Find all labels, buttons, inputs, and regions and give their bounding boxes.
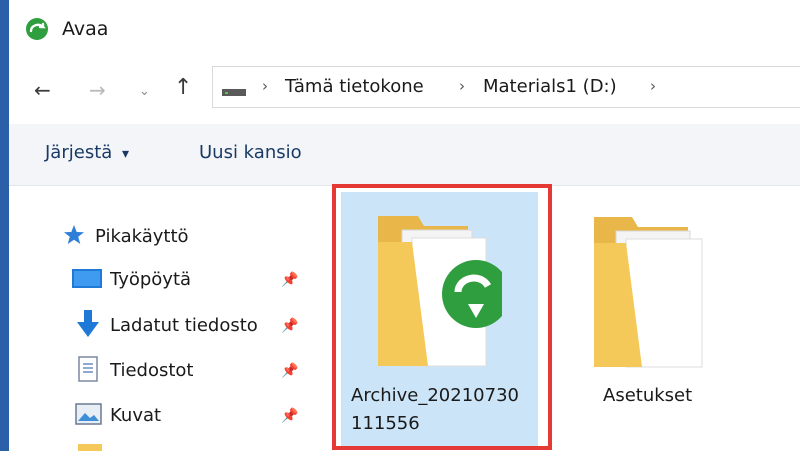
highlight-frame [332, 184, 552, 450]
drive-icon [222, 89, 246, 96]
new-folder-button[interactable]: Uusi kansio [199, 141, 302, 165]
arrow-right-icon: → [89, 78, 106, 102]
download-icon [76, 310, 100, 338]
breadcrumb-this-pc[interactable]: Tämä tietokone [285, 75, 424, 99]
pin-icon: 📌 [281, 408, 299, 424]
up-button[interactable]: ↑ [174, 76, 192, 100]
breadcrumb-separator: › [459, 77, 465, 95]
folder-icon [594, 217, 703, 368]
forward-button[interactable]: → [89, 78, 106, 102]
app-logo-icon [26, 18, 48, 40]
breadcrumb-separator: › [262, 77, 268, 95]
arrow-left-icon: ← [34, 78, 51, 102]
chevron-down-icon: ⌄ [139, 84, 150, 99]
arrow-up-icon: ↑ [174, 75, 193, 100]
folder-icon [78, 444, 102, 451]
star-icon [63, 224, 85, 246]
window-title: Avaa [62, 18, 109, 40]
back-button[interactable]: ← [34, 78, 51, 102]
sidebar-item-downloads[interactable]: Ladatut tiedosto [110, 314, 273, 338]
file-name-asetukset: Asetukset [603, 385, 693, 406]
recent-locations-button[interactable]: ⌄ [139, 80, 150, 104]
sidebar-item-desktop[interactable]: Työpöytä [110, 268, 191, 292]
pictures-icon [75, 403, 102, 425]
caret-down-icon: ▾ [122, 146, 130, 162]
breadcrumb-separator: › [650, 77, 656, 95]
sidebar-item-quick-access[interactable]: Pikakäyttö [95, 225, 189, 249]
file-tile-asetukset[interactable] [590, 215, 720, 375]
breadcrumb-drive[interactable]: Materials1 (D:) [483, 75, 617, 99]
pin-icon: 📌 [281, 318, 299, 334]
sidebar-item-documents[interactable]: Tiedostot [110, 359, 193, 383]
sidebar-item-pictures[interactable]: Kuvat [110, 404, 161, 428]
organize-button[interactable]: Järjestä ▾ [45, 141, 129, 166]
document-icon [78, 356, 98, 382]
pin-icon: 📌 [281, 272, 299, 288]
pin-icon: 📌 [281, 363, 299, 379]
organize-label: Järjestä [45, 142, 113, 163]
desktop-icon [72, 268, 102, 290]
window-left-edge [0, 0, 9, 451]
